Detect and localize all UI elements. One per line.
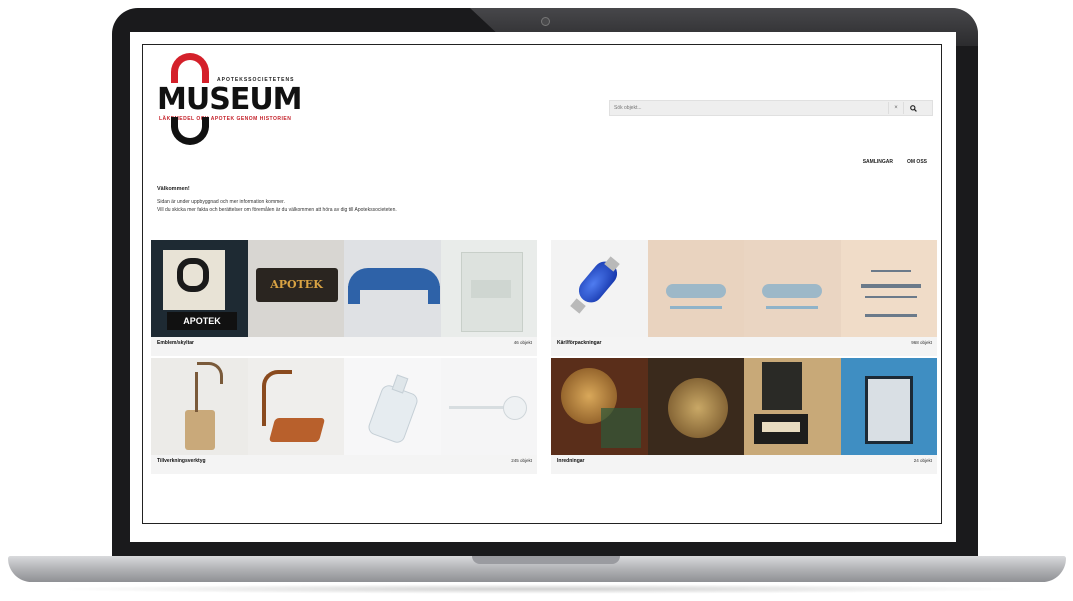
card-photo — [247, 358, 344, 455]
card-title: Emblem/skyltar — [157, 340, 194, 346]
museum-logo[interactable]: APOTEKSSOCIETETENS MUSEUM LÄKEMEDEL OCH … — [157, 53, 317, 147]
website-page: APOTEKSSOCIETETENS MUSEUM LÄKEMEDEL OCH … — [142, 44, 942, 524]
laptop-shadow — [40, 584, 1040, 594]
card-count: 968 objekt — [911, 340, 932, 345]
logo-red-arc — [171, 53, 209, 83]
nav-item-om-oss[interactable]: OM OSS — [907, 159, 927, 165]
laptop-notch — [472, 556, 620, 564]
card-title: Tillverkningsverktyg — [157, 458, 206, 464]
card-count: 245 objekt — [511, 458, 532, 463]
laptop-screen: APOTEKSSOCIETETENS MUSEUM LÄKEMEDEL OCH … — [130, 32, 956, 542]
card-photo: APOTEK — [247, 240, 344, 337]
collection-card-karl[interactable]: Kärl/förpackningar 968 objekt — [551, 240, 937, 356]
collection-card-inredningar[interactable]: Inredningar 24 objekt — [551, 358, 937, 474]
search-button[interactable] — [903, 102, 922, 114]
logo-wordmark: MUSEUM — [157, 82, 303, 117]
card-photo — [551, 240, 648, 337]
card-photo — [440, 358, 537, 455]
intro-section: Välkommen! Sidan är under uppbyggnad och… — [157, 186, 717, 214]
card-photo: APOTEK — [151, 240, 248, 337]
nav-item-samlingar[interactable]: SAMLINGAR — [863, 159, 893, 165]
search-bar: × — [609, 100, 933, 116]
card-photo — [344, 358, 441, 455]
card-count: 24 objekt — [913, 458, 932, 463]
card-title: Kärl/förpackningar — [557, 340, 602, 346]
card-photo — [744, 358, 841, 455]
logo-black-arc — [171, 117, 209, 145]
card-photo — [344, 240, 441, 337]
card-photo — [744, 240, 841, 337]
intro-line: Vill du skicka mer fakta och berättelser… — [157, 207, 397, 213]
intro-heading: Välkommen! — [157, 186, 190, 192]
main-nav: SAMLINGAR OM OSS — [863, 159, 927, 165]
card-count: 46 objekt — [513, 340, 532, 345]
card-photo — [840, 240, 937, 337]
card-photo — [440, 240, 537, 337]
card-photo — [840, 358, 937, 455]
card-photo — [551, 358, 648, 455]
card-photo — [647, 358, 744, 455]
collection-card-emblem[interactable]: APOTEK APOTEK Emblem/skyltar 46 objekt — [151, 240, 537, 356]
collection-card-tillverkning[interactable]: Tillverkningsverktyg 245 objekt — [151, 358, 537, 474]
search-input[interactable] — [610, 102, 888, 114]
camera-icon — [541, 17, 550, 26]
card-photo — [151, 358, 248, 455]
card-title: Inredningar — [557, 458, 585, 464]
card-photo — [647, 240, 744, 337]
search-icon — [909, 104, 917, 112]
intro-line: Sidan är under uppbyggnad och mer inform… — [157, 199, 285, 205]
clear-search-button[interactable]: × — [888, 102, 903, 114]
